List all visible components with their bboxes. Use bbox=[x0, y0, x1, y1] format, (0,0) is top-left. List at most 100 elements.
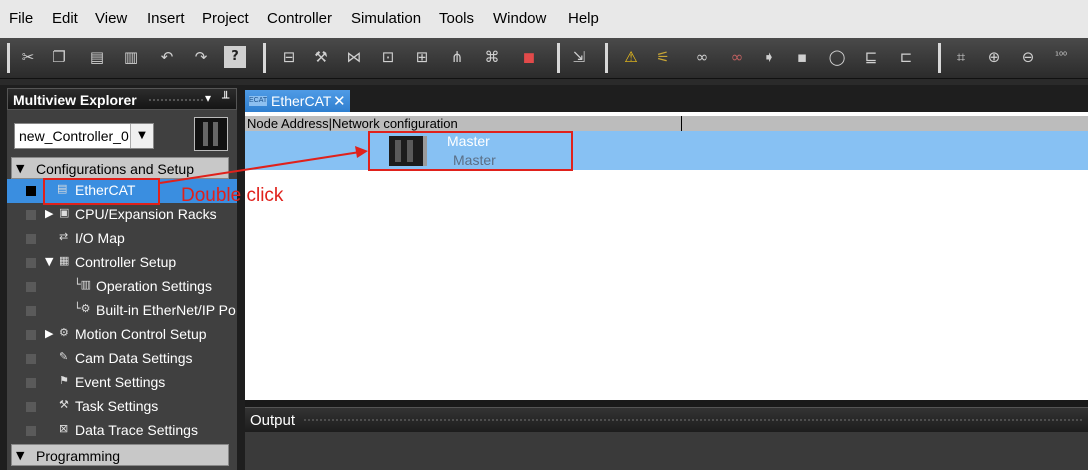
build-controller-icon[interactable]: ⇲ bbox=[568, 46, 590, 68]
copy-icon[interactable]: ❐ bbox=[48, 46, 70, 68]
network-icon[interactable]: ⊏ bbox=[895, 46, 917, 68]
transfer-from-icon[interactable]: ▪ bbox=[791, 46, 813, 68]
watch-icon[interactable]: ⊞ bbox=[411, 46, 433, 68]
menu-tools[interactable]: Tools bbox=[439, 11, 474, 27]
link-icon[interactable]: ∞ bbox=[691, 46, 713, 68]
section-label: Configurations and Setup bbox=[36, 161, 194, 177]
tree-item-label: I/O Map bbox=[75, 230, 125, 246]
tree-item-task-settings[interactable]: ⚒ Task Settings bbox=[7, 395, 237, 419]
tree-item-builtin-ethernet-ip[interactable]: └⚙ Built-in EtherNet/IP Po bbox=[7, 299, 237, 323]
menu-controller[interactable]: Controller bbox=[267, 11, 332, 27]
output-title: Output bbox=[250, 412, 296, 429]
zoom-out-icon[interactable]: ⊖ bbox=[1017, 46, 1039, 68]
tree-item-event-settings[interactable]: ⚑ Event Settings bbox=[7, 371, 237, 395]
panel-splitter[interactable] bbox=[245, 400, 1088, 407]
collapse-icon[interactable]: ▼ bbox=[45, 255, 53, 268]
fit-icon[interactable]: ⌗ bbox=[950, 46, 972, 68]
toolbar-separator bbox=[557, 43, 560, 73]
reset-icon[interactable]: ◯ bbox=[826, 46, 848, 68]
menu-project[interactable]: Project bbox=[202, 11, 249, 27]
controller-icon[interactable]: ⊑ bbox=[860, 46, 882, 68]
grip-dots bbox=[148, 98, 203, 102]
event-icon: ⚑ bbox=[59, 374, 69, 387]
close-icon[interactable]: ✕ bbox=[333, 92, 346, 110]
task-icon: ⚒ bbox=[59, 398, 69, 411]
output-title-bar: Output bbox=[245, 407, 1088, 432]
tree-bullet bbox=[26, 282, 36, 292]
warning-icon[interactable]: ⚠ bbox=[620, 46, 642, 68]
cross-reference-icon[interactable]: ⊡ bbox=[377, 46, 399, 68]
tree-item-label: Operation Settings bbox=[96, 278, 212, 294]
menu-file[interactable]: File bbox=[9, 11, 33, 27]
column-divider[interactable] bbox=[681, 116, 682, 131]
tree-item-label: CPU/Expansion Racks bbox=[75, 206, 217, 222]
menu-window[interactable]: Window bbox=[493, 11, 546, 27]
controller-select[interactable]: new_Controller_0 ▼ bbox=[14, 123, 154, 149]
tab-ethercat[interactable]: ECAT EtherCAT ✕ bbox=[245, 90, 350, 112]
annotation-highlight-master bbox=[368, 131, 573, 171]
menu-help[interactable]: Help bbox=[568, 11, 599, 27]
collapse-icon[interactable]: ▼ bbox=[16, 162, 24, 175]
controller-image-icon bbox=[194, 117, 228, 151]
tree-bullet bbox=[26, 378, 36, 388]
expand-icon[interactable]: ▶ bbox=[45, 207, 53, 220]
toolbar-separator bbox=[938, 43, 941, 73]
tree-item-label: Data Trace Settings bbox=[75, 422, 198, 438]
stop-icon[interactable]: ◼ bbox=[518, 46, 540, 68]
tree-bullet bbox=[26, 426, 36, 436]
expand-icon[interactable]: ▶ bbox=[45, 327, 53, 340]
paste-icon[interactable]: ▤ bbox=[86, 46, 108, 68]
tree-item-data-trace-settings[interactable]: ⊠ Data Trace Settings bbox=[7, 419, 237, 443]
motion-icon: ⚙ bbox=[59, 326, 69, 339]
compare-icon[interactable]: ⋈ bbox=[343, 46, 365, 68]
menu-view[interactable]: View bbox=[95, 11, 127, 27]
tree-item-label: Built-in EtherNet/IP Po bbox=[96, 302, 236, 318]
tree-item-operation-settings[interactable]: └▥ Operation Settings bbox=[7, 275, 237, 299]
tree-bullet bbox=[26, 258, 36, 268]
menu-insert[interactable]: Insert bbox=[147, 11, 185, 27]
help-icon[interactable]: ? bbox=[224, 46, 246, 68]
annotation-label: Double click bbox=[181, 185, 284, 206]
undo-icon[interactable]: ↶ bbox=[156, 46, 178, 68]
layout-icon[interactable]: ⊟ bbox=[278, 46, 300, 68]
chevron-down-icon[interactable]: ▼ bbox=[130, 124, 153, 148]
cut-icon[interactable]: ✂ bbox=[17, 46, 39, 68]
annotation-highlight-ethercat bbox=[43, 178, 160, 205]
find-icon[interactable]: ⌘ bbox=[481, 46, 503, 68]
trace-icon: ⊠ bbox=[59, 422, 69, 435]
output-panel bbox=[245, 432, 1088, 470]
tree-item-io-map[interactable]: ⇄ I/O Map bbox=[7, 227, 237, 251]
unlink-icon[interactable]: ∞ bbox=[726, 46, 748, 68]
tasks-icon[interactable]: ⋔ bbox=[446, 46, 468, 68]
tree-item-label: Event Settings bbox=[75, 374, 166, 390]
tree-bullet bbox=[26, 186, 36, 196]
menu-simulation[interactable]: Simulation bbox=[351, 11, 421, 27]
online-icon[interactable]: ⚟ bbox=[652, 46, 674, 68]
pin-icon[interactable]: ╨ bbox=[222, 91, 229, 105]
tree-item-controller-setup[interactable]: ▼ ▦ Controller Setup bbox=[7, 251, 237, 275]
toolbar: ✂ ❐ ▤ ▥ ↶ ↷ ? ⊟ ⚒ ⋈ ⊡ ⊞ ⋔ ⌘ ◼ ⇲ ⚠ ⚟ ∞ ∞ … bbox=[0, 38, 1088, 79]
toolbar-bottom-strip bbox=[0, 79, 1088, 85]
menu-edit[interactable]: Edit bbox=[52, 11, 78, 27]
multiview-explorer: Multiview Explorer ▾ ╨ new_Controller_0 … bbox=[7, 88, 237, 470]
collapse-icon[interactable]: ▼ bbox=[16, 449, 24, 462]
redo-icon[interactable]: ↷ bbox=[190, 46, 212, 68]
column-header: Node Address|Network configuration bbox=[247, 116, 458, 131]
section-programming[interactable]: ▼ Programming bbox=[11, 444, 229, 466]
transfer-to-icon[interactable]: ➧ bbox=[758, 46, 780, 68]
tree-bullet bbox=[26, 402, 36, 412]
delete-icon[interactable]: ▥ bbox=[120, 46, 142, 68]
tree-item-label: Task Settings bbox=[75, 398, 159, 414]
section-configurations-and-setup[interactable]: ▼ Configurations and Setup bbox=[11, 157, 229, 179]
ethercat-tab-icon: ECAT bbox=[249, 96, 268, 106]
tree-item-cam-data-settings[interactable]: ✎ Cam Data Settings bbox=[7, 347, 237, 371]
tree-item-motion-control-setup[interactable]: ▶ ⚙ Motion Control Setup bbox=[7, 323, 237, 347]
zoom-in-icon[interactable]: ⊕ bbox=[983, 46, 1005, 68]
zoom-100-icon[interactable]: ¹⁰⁰ bbox=[1050, 46, 1072, 68]
operation-settings-icon: └▥ bbox=[74, 278, 92, 291]
build-icon[interactable]: ⚒ bbox=[310, 46, 332, 68]
tree-bullet bbox=[26, 306, 36, 316]
controller-select-value: new_Controller_0 bbox=[19, 128, 129, 144]
ethernet-icon: └⚙ bbox=[74, 302, 91, 315]
dropdown-icon[interactable]: ▾ bbox=[205, 91, 211, 105]
